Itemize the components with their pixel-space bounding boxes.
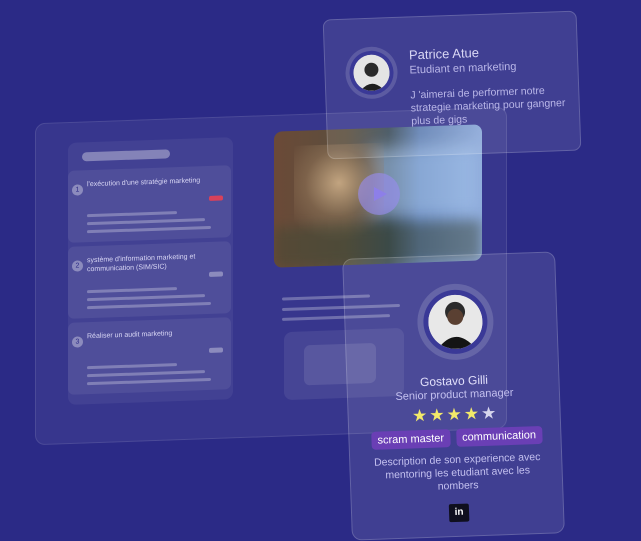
placeholder-line	[87, 363, 177, 370]
module-list-header-bar	[82, 149, 170, 162]
module-number: 1	[72, 184, 83, 196]
placeholder-line	[87, 225, 211, 234]
module-number: 3	[72, 336, 83, 348]
star-icon: ★	[411, 405, 430, 426]
module-badge	[209, 347, 223, 353]
module-title: Réaliser un audit marketing	[87, 330, 173, 341]
avatar-ring	[344, 45, 399, 100]
placeholder-line	[87, 301, 211, 310]
avatar-ring	[416, 282, 495, 362]
mentor-card: Gostavo Gilli Senior product manager ★★★…	[342, 251, 565, 541]
play-icon	[374, 187, 387, 201]
module-item[interactable]: 3 Réaliser un audit marketing	[68, 317, 231, 395]
placeholder-line	[87, 370, 205, 378]
module-number: 2	[72, 260, 83, 272]
module-item[interactable]: 1 l'exécution d'une stratégie marketing	[68, 165, 231, 243]
person-icon	[352, 54, 391, 92]
tag-scram-master[interactable]: scram master	[371, 429, 451, 450]
avatar-ring-inner	[348, 50, 395, 96]
module-badge	[209, 195, 223, 201]
module-badge	[209, 271, 223, 277]
module-title: système d'information marketing et commu…	[87, 253, 196, 274]
star-icon: ★	[463, 404, 482, 424]
star-icon: ★	[480, 403, 499, 424]
module-item[interactable]: 2 système d'information marketing et com…	[68, 241, 231, 319]
module-list: 1 l'exécution d'une stratégie marketing …	[68, 137, 233, 405]
tag-communication[interactable]: communication	[455, 425, 543, 447]
avatar	[427, 293, 484, 350]
skill-tags: scram master communication	[371, 425, 548, 450]
star-icon: ★	[428, 405, 447, 425]
play-button[interactable]	[358, 173, 400, 215]
testimonial-quote: J 'aimerai de performer notre strategie …	[410, 84, 566, 128]
testimonial-card: Patrice Atue Etudiant en marketing J 'ai…	[322, 10, 582, 160]
placeholder-line	[87, 377, 211, 386]
placeholder-line	[87, 218, 205, 226]
mentor-description: Description de son experience avec mento…	[373, 451, 541, 493]
placeholder-line	[87, 211, 177, 218]
avatar-ring-inner	[422, 288, 489, 355]
module-title: l'exécution d'une stratégie marketing	[87, 177, 201, 189]
avatar	[352, 54, 391, 92]
star-icon: ★	[446, 404, 465, 425]
testimonial-name: Patrice Atue	[408, 45, 480, 63]
person-icon	[427, 293, 484, 350]
placeholder-line	[87, 294, 205, 302]
testimonial-role: Etudiant en marketing	[409, 60, 517, 77]
linkedin-icon[interactable]: in	[448, 503, 470, 523]
placeholder-line	[87, 287, 177, 294]
